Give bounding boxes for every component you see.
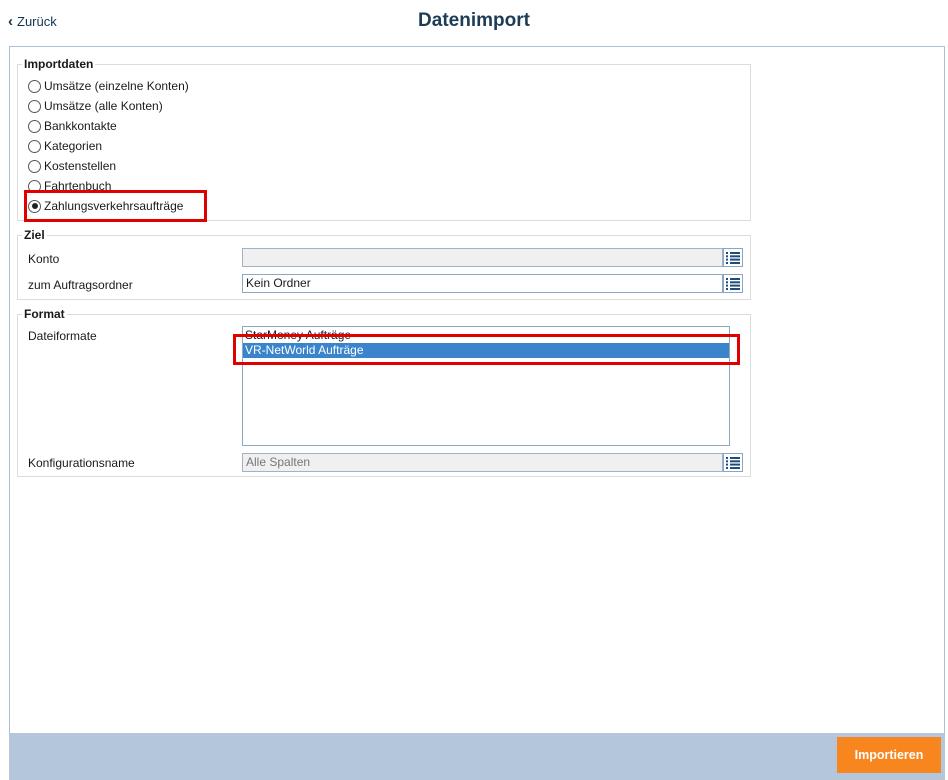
highlight-box (233, 334, 740, 365)
main-panel: Importdaten Umsätze (einzelne Konten) Um… (9, 46, 945, 734)
konto-picker-button[interactable] (723, 248, 743, 267)
radio-kostenstellen[interactable]: Kostenstellen (28, 157, 116, 175)
format-legend: Format (24, 307, 65, 321)
highlight-box (24, 190, 207, 222)
importdaten-legend: Importdaten (24, 57, 94, 71)
konfigurationsname-label: Konfigurationsname (28, 456, 135, 470)
radio-label: Umsätze (alle Konten) (44, 99, 163, 113)
radio-label: Umsätze (einzelne Konten) (44, 79, 189, 93)
auftragsordner-field[interactable]: Kein Ordner (242, 274, 723, 293)
radio-label: Kostenstellen (44, 159, 117, 173)
radio-umsaetze-alle[interactable]: Umsätze (alle Konten) (28, 97, 163, 115)
list-icon (726, 456, 740, 469)
radio-label: Kategorien (44, 139, 103, 153)
import-button[interactable]: Importieren (837, 737, 941, 773)
list-icon (726, 277, 740, 290)
radio-bankkontakte[interactable]: Bankkontakte (28, 117, 117, 135)
radio-button[interactable] (28, 79, 41, 93)
radio-button[interactable] (28, 119, 41, 133)
radio-label: Bankkontakte (44, 119, 117, 133)
dateiformate-label: Dateiformate (28, 329, 97, 343)
ziel-legend: Ziel (24, 228, 45, 242)
list-icon (726, 251, 740, 264)
auftragsordner-picker-button[interactable] (723, 274, 743, 293)
radio-kategorien[interactable]: Kategorien (28, 137, 102, 155)
konfigurationsname-picker-button[interactable] (723, 453, 743, 472)
auftragsordner-label: zum Auftragsordner (28, 278, 133, 292)
konto-field[interactable] (242, 248, 723, 267)
footer-bar: Importieren (9, 733, 945, 780)
radio-button[interactable] (28, 99, 41, 113)
konto-label: Konto (28, 252, 60, 266)
radio-umsaetze-einzeln[interactable]: Umsätze (einzelne Konten) (28, 77, 189, 95)
radio-button[interactable] (28, 159, 41, 173)
konfigurationsname-field[interactable]: Alle Spalten (242, 453, 723, 472)
radio-button[interactable] (28, 139, 41, 153)
page-title: Datenimport (418, 10, 530, 31)
